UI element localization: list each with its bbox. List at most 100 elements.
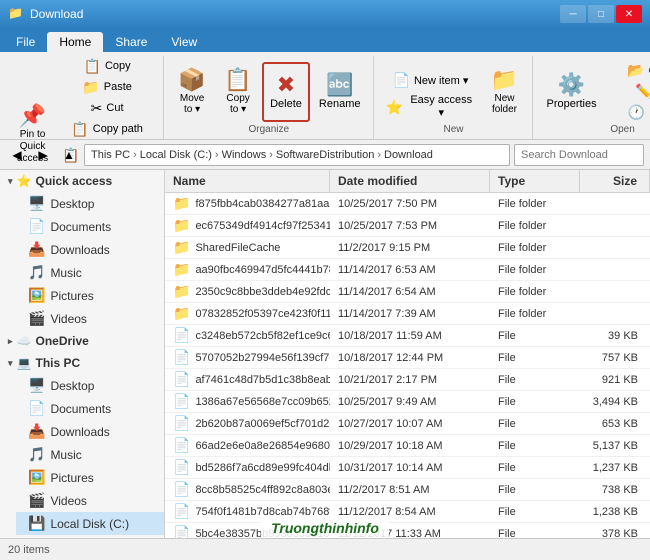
new-folder-icon: 📁 (491, 69, 518, 91)
forward-button[interactable]: ▶ (32, 144, 54, 166)
table-row[interactable]: 📄 bd5286f7a6cd89e99fc404dbb4b215a3620f4b… (165, 457, 650, 479)
file-size: 3,494 KB (580, 394, 650, 410)
file-name: 📁 SharedFileCache (165, 237, 330, 258)
delete-button[interactable]: ✖ Delete (262, 62, 310, 122)
file-type: File folder (490, 196, 580, 212)
search-input[interactable] (514, 144, 644, 166)
file-date: 11/12/2017 11:33 AM (330, 526, 490, 539)
sidebar-section-onedrive[interactable]: ▸ ☁️ OneDrive (0, 330, 164, 352)
paste-button[interactable]: 📁 Paste (57, 77, 157, 97)
sidebar-section-quick-access[interactable]: ▾ ⭐ Quick access (0, 170, 164, 192)
file-icon: 📄 (173, 459, 190, 476)
file-rows-container: 📁 f875fbb4cab0384277a81aa637874b95 10/25… (165, 193, 650, 538)
table-row[interactable]: 📄 1386a67e56568e7cc09b652f46aed9b1a057f5… (165, 391, 650, 413)
tab-file[interactable]: File (4, 32, 47, 52)
tab-home[interactable]: Home (47, 32, 103, 52)
copy-path-button[interactable]: 📋 Copy path (57, 119, 157, 139)
sidebar-item-downloads[interactable]: 📥 Downloads (16, 238, 164, 261)
sidebar-item-music[interactable]: 🎵 Music (16, 261, 164, 284)
table-row[interactable]: 📄 5bc4e38357bb9938353516ed2dcd24afd69289… (165, 523, 650, 538)
sidebar-item-desktop[interactable]: 🖥️ Desktop (16, 192, 164, 215)
sidebar-item-music2[interactable]: 🎵 Music (16, 443, 164, 466)
table-row[interactable]: 📄 5707052b27994e56f139cf7c8c6d74c93aa0ba… (165, 347, 650, 369)
file-type: File (490, 416, 580, 432)
table-row[interactable]: 📄 66ad2e6e0a8e26854e96806489b5644e5bf1e5… (165, 435, 650, 457)
history-button[interactable]: 🕐 History (606, 102, 650, 122)
rename-button[interactable]: 🔤 Rename (312, 62, 368, 122)
maximize-button[interactable]: □ (588, 5, 614, 23)
file-type: File folder (490, 218, 580, 234)
new-item-icon: 📄 (393, 73, 410, 87)
move-to-button[interactable]: 📦 Moveto ▾ (170, 62, 214, 122)
file-date: 11/14/2017 7:39 AM (330, 306, 490, 322)
minimize-button[interactable]: ─ (560, 5, 586, 23)
file-size: 653 KB (580, 416, 650, 432)
file-list-header: Name Date modified Type Size (165, 170, 650, 193)
edit-icon: ✏️ (635, 84, 650, 98)
new-buttons: 📄 New item ▾ ⭐ Easy access ▾ 📁 Newfolder (380, 56, 526, 122)
sidebar-item-videos[interactable]: 🎬 Videos (16, 307, 164, 330)
table-row[interactable]: 📄 2b620b87a0069ef5cf701d2e6837085bfff0b8… (165, 413, 650, 435)
properties-button[interactable]: ⚙️ Properties (539, 62, 603, 122)
address-path[interactable]: This PC › Local Disk (C:) › Windows › So… (84, 144, 510, 166)
table-row[interactable]: 📁 f875fbb4cab0384277a81aa637874b95 10/25… (165, 193, 650, 215)
sidebar-section-thispc[interactable]: ▾ 💻 This PC (0, 352, 164, 374)
table-row[interactable]: 📁 SharedFileCache 11/2/2017 9:15 PM File… (165, 237, 650, 259)
sidebar-item-pictures2[interactable]: 🖼️ Pictures (16, 466, 164, 489)
file-size: 378 KB (580, 526, 650, 539)
file-name: 📁 ec675349df4914cf97f2534102bc5fbe (165, 215, 330, 236)
col-header-date[interactable]: Date modified (330, 170, 490, 192)
sidebar-item-desktop2[interactable]: 🖥️ Desktop (16, 374, 164, 397)
table-row[interactable]: 📁 ec675349df4914cf97f2534102bc5fbe 10/25… (165, 215, 650, 237)
sidebar-item-pictures[interactable]: 🖼️ Pictures (16, 284, 164, 307)
status-text: 20 items (8, 544, 50, 556)
organize-buttons: 📦 Moveto ▾ 📋 Copyto ▾ ✖ Delete 🔤 Rename (170, 56, 367, 122)
file-name: 📄 8cc8b58525c4ff892c8a803eba387d22b096d4… (165, 479, 330, 500)
tab-view[interactable]: View (159, 32, 209, 52)
sidebar-item-localdisk-c[interactable]: 💾 Local Disk (C:) (16, 512, 164, 535)
copy-button[interactable]: 📋 Copy (57, 56, 157, 76)
table-row[interactable]: 📄 754f0f1481b7d8cab74b768f9ab006d1111d80… (165, 501, 650, 523)
col-header-size[interactable]: Size (580, 170, 650, 192)
open-button[interactable]: 📂 Open ▾ (606, 60, 650, 80)
copy-to-button[interactable]: 📋 Copyto ▾ (216, 62, 260, 122)
col-header-type[interactable]: Type (490, 170, 580, 192)
title-bar-text: Download (30, 7, 560, 21)
table-row[interactable]: 📄 8cc8b58525c4ff892c8a803eba387d22b096d4… (165, 479, 650, 501)
table-row[interactable]: 📄 c3248eb572cb5f82ef1ce9c6d73cfbf39b1052… (165, 325, 650, 347)
file-type: File folder (490, 262, 580, 278)
edit-button[interactable]: ✏️ Edit (606, 81, 650, 101)
up-button[interactable]: ▲ (58, 144, 80, 166)
table-row[interactable]: 📁 aa90fbc469947d5fc4441b786df1b94 11/14/… (165, 259, 650, 281)
file-icon: 📁 (173, 261, 190, 278)
cut-button[interactable]: ✂ Cut (57, 98, 157, 118)
new-small-group: 📄 New item ▾ ⭐ Easy access ▾ (380, 70, 480, 122)
delete-icon: ✖ (277, 74, 295, 96)
sidebar-item-videos2[interactable]: 🎬 Videos (16, 489, 164, 512)
file-name: 📄 66ad2e6e0a8e26854e96806489b5644e5bf1e5… (165, 435, 330, 456)
main-content: ▾ ⭐ Quick access 🖥️ Desktop 📄 Documents … (0, 170, 650, 538)
close-button[interactable]: ✕ (616, 5, 642, 23)
easy-access-button[interactable]: ⭐ Easy access ▾ (380, 91, 480, 122)
file-type: File folder (490, 306, 580, 322)
col-header-name[interactable]: Name (165, 170, 330, 192)
table-row[interactable]: 📁 2350c9c8bbe3ddeb4e92fdc371ce2f7 11/14/… (165, 281, 650, 303)
sidebar-item-downloads2[interactable]: 📥 Downloads (16, 420, 164, 443)
table-row[interactable]: 📄 af7461c48d7b5d1c38b8eabbdeabc20496e7ae… (165, 369, 650, 391)
file-type: File folder (490, 240, 580, 256)
onedrive-arrow: ▸ (8, 336, 13, 347)
back-button[interactable]: ◀ (6, 144, 28, 166)
organize-label: Organize (249, 122, 290, 135)
sidebar-item-documents2[interactable]: 📄 Documents (16, 397, 164, 420)
table-row[interactable]: 📁 07832852f05397ce423f0f11a4fcb01 11/14/… (165, 303, 650, 325)
sidebar-item-documents[interactable]: 📄 Documents (16, 215, 164, 238)
tab-share[interactable]: Share (103, 32, 159, 52)
new-folder-button[interactable]: 📁 Newfolder (482, 62, 526, 122)
file-size (580, 312, 650, 316)
file-date: 10/25/2017 9:49 AM (330, 394, 490, 410)
file-date: 10/31/2017 10:14 AM (330, 460, 490, 476)
file-size (580, 202, 650, 206)
sidebar: ▾ ⭐ Quick access 🖥️ Desktop 📄 Documents … (0, 170, 165, 538)
new-item-button[interactable]: 📄 New item ▾ (380, 70, 480, 90)
rename-icon: 🔤 (326, 74, 353, 96)
